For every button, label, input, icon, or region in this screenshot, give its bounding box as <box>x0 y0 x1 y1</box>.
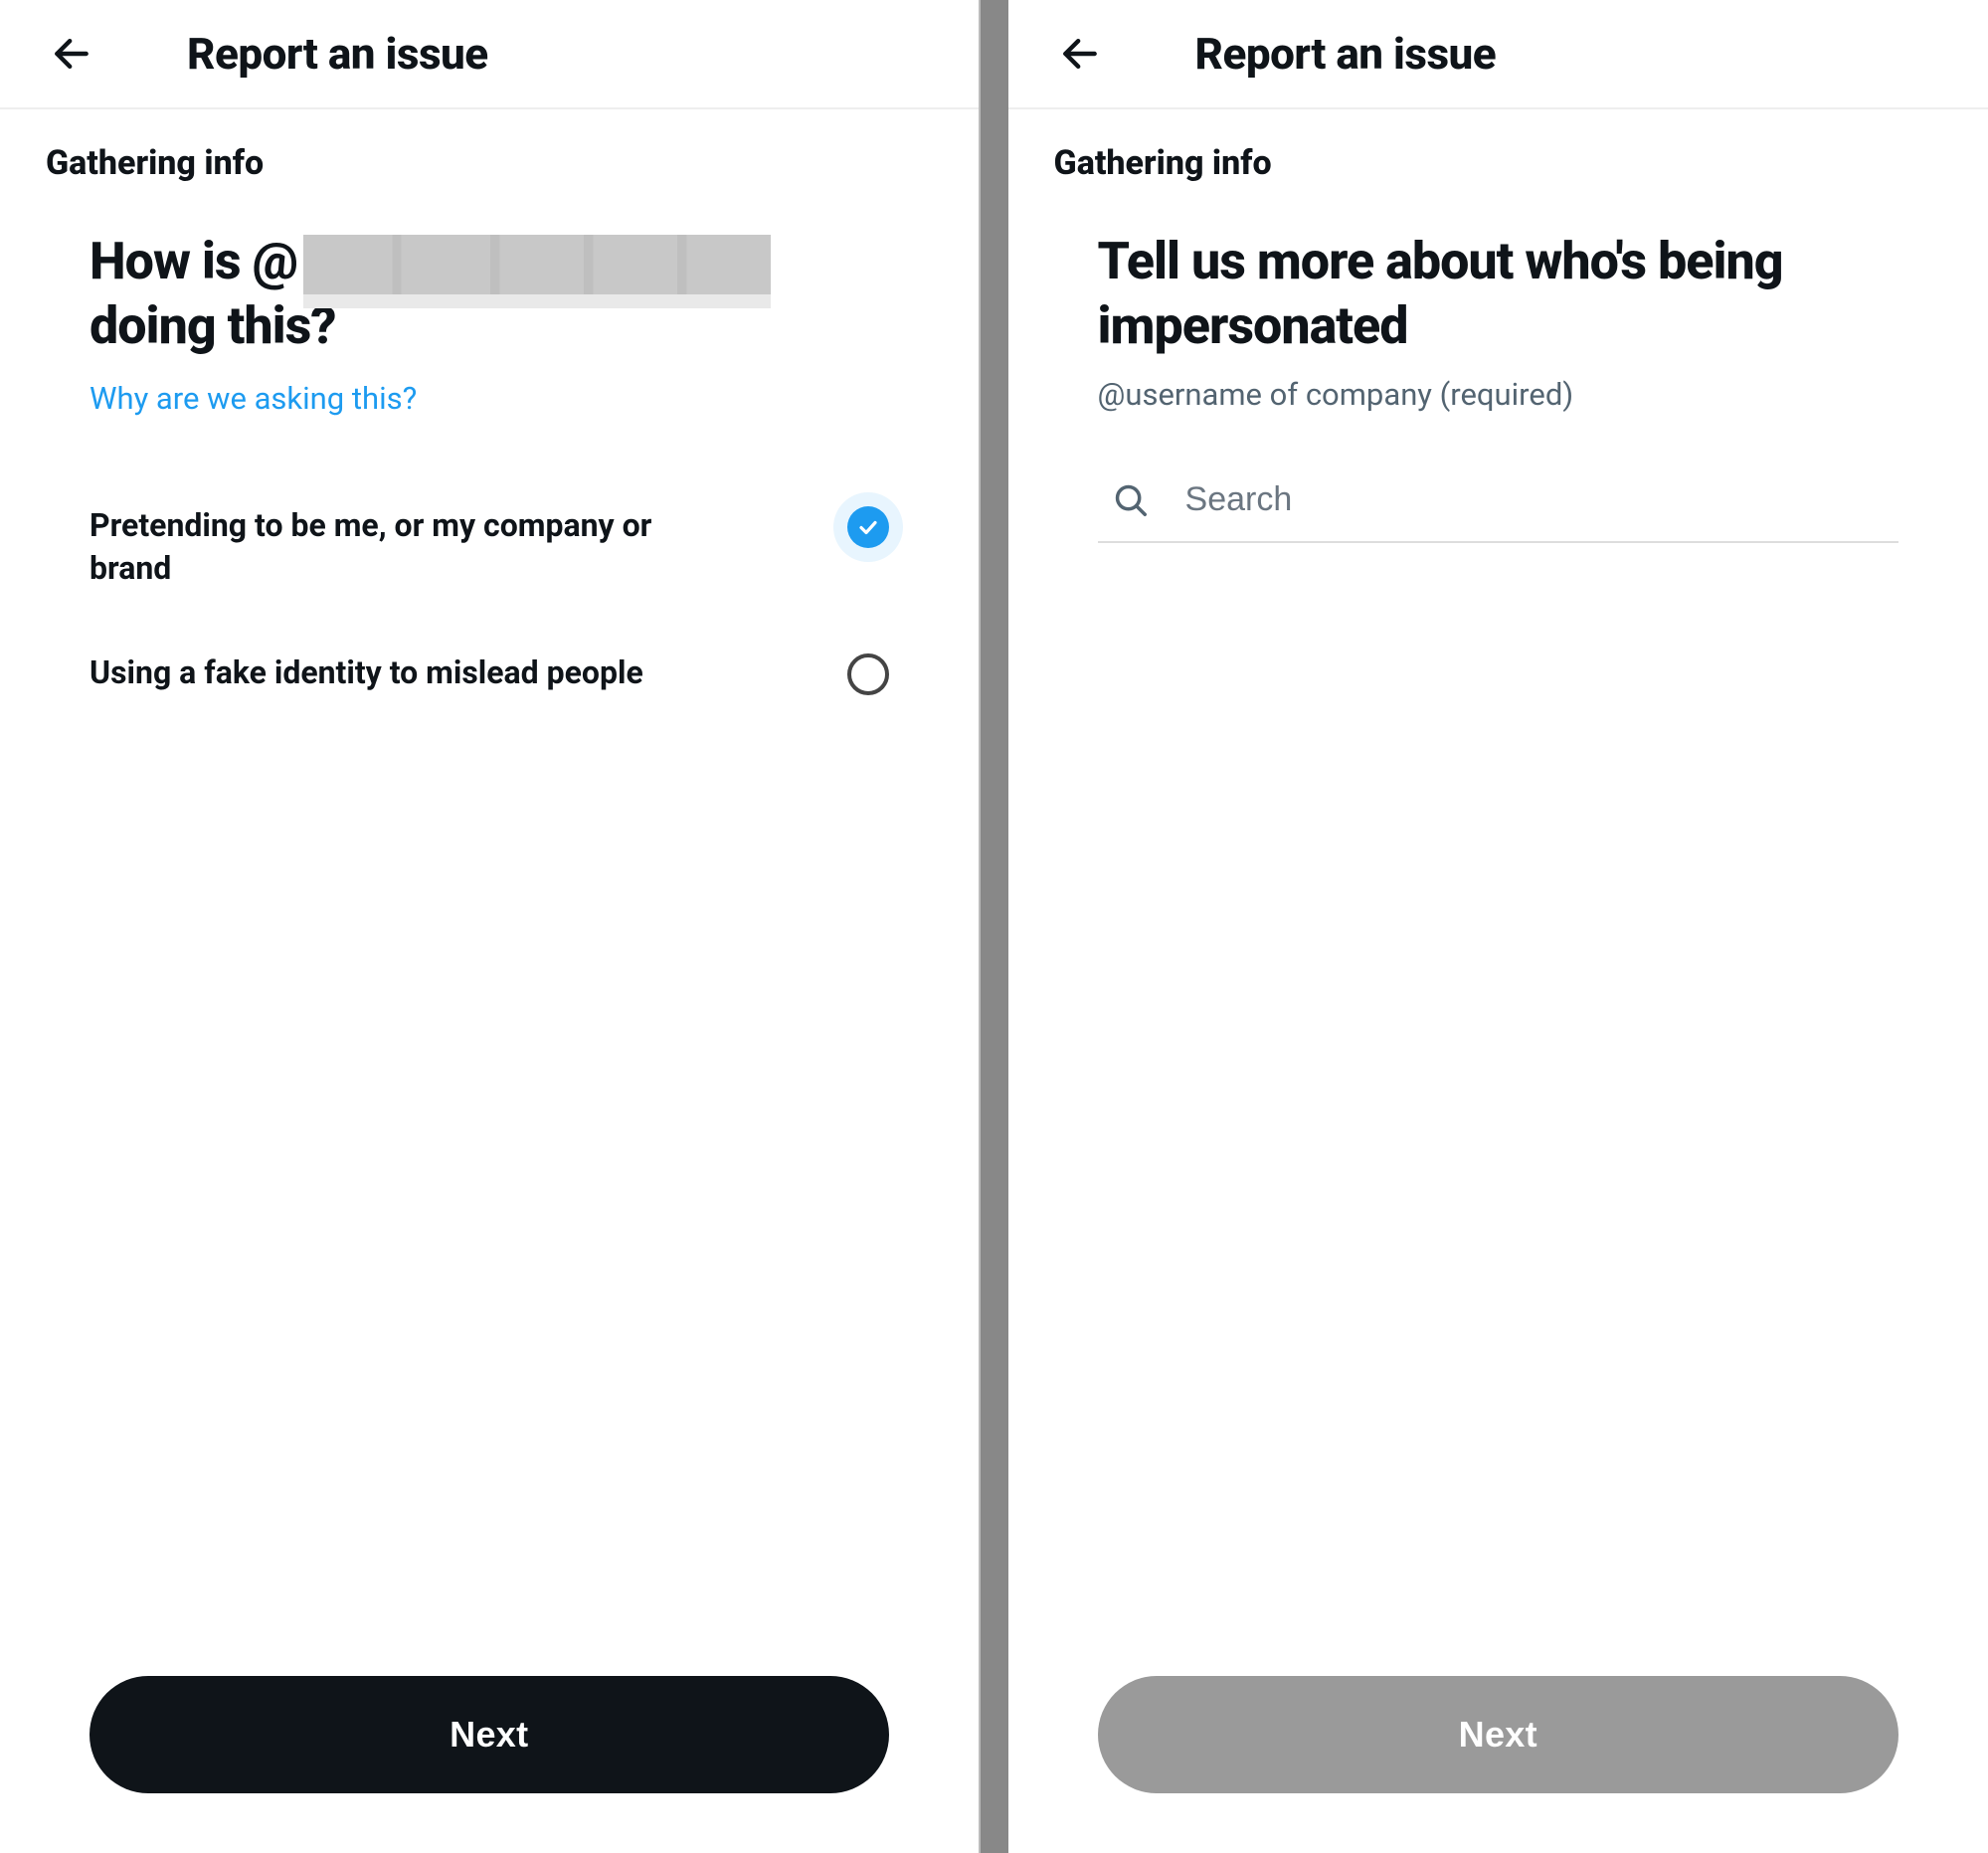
question-heading: How is @ doing this? <box>90 229 889 358</box>
next-button[interactable]: Next <box>90 1676 889 1793</box>
panel-impersonation-search: Report an issue Gathering info Tell us m… <box>1008 0 1988 1853</box>
footer: Next <box>1008 1646 1988 1853</box>
search-input[interactable] <box>1185 480 1895 519</box>
back-button[interactable] <box>1054 28 1106 80</box>
subtitle: @username of company (required) <box>1098 376 1898 413</box>
header-title: Report an issue <box>187 28 488 80</box>
header: Report an issue <box>0 0 979 109</box>
footer: Next <box>0 1646 979 1853</box>
radio-selected[interactable] <box>847 506 889 548</box>
back-button[interactable] <box>46 28 97 80</box>
arrow-left-icon <box>1058 32 1102 76</box>
check-icon <box>856 515 880 539</box>
content: How is @ doing this? Why are we asking t… <box>0 193 979 1646</box>
options-list: Pretending to be me, or my company or br… <box>90 486 889 739</box>
section-label: Gathering info <box>0 109 979 193</box>
option-pretending[interactable]: Pretending to be me, or my company or br… <box>90 486 889 634</box>
arrow-left-icon <box>50 32 93 76</box>
content: Tell us more about who's being impersona… <box>1008 193 1988 1646</box>
panels: Report an issue Gathering info How is @ … <box>0 0 1988 1853</box>
header-title: Report an issue <box>1195 28 1497 80</box>
why-link[interactable]: Why are we asking this? <box>90 380 417 417</box>
redacted-username <box>303 235 771 294</box>
option-fake-identity[interactable]: Using a fake identity to mislead people <box>90 634 889 739</box>
question-prefix: How is @ <box>90 229 297 293</box>
search-icon <box>1112 481 1150 519</box>
section-label: Gathering info <box>1008 109 1988 193</box>
heading: Tell us more about who's being impersona… <box>1098 229 1898 358</box>
search-field[interactable] <box>1098 468 1898 543</box>
option-label: Pretending to be me, or my company or br… <box>90 504 726 590</box>
header: Report an issue <box>1008 0 1988 109</box>
panel-report-options: Report an issue Gathering info How is @ … <box>0 0 981 1853</box>
radio-unselected[interactable] <box>847 653 889 695</box>
option-label: Using a fake identity to mislead people <box>90 651 643 694</box>
next-button[interactable]: Next <box>1098 1676 1898 1793</box>
